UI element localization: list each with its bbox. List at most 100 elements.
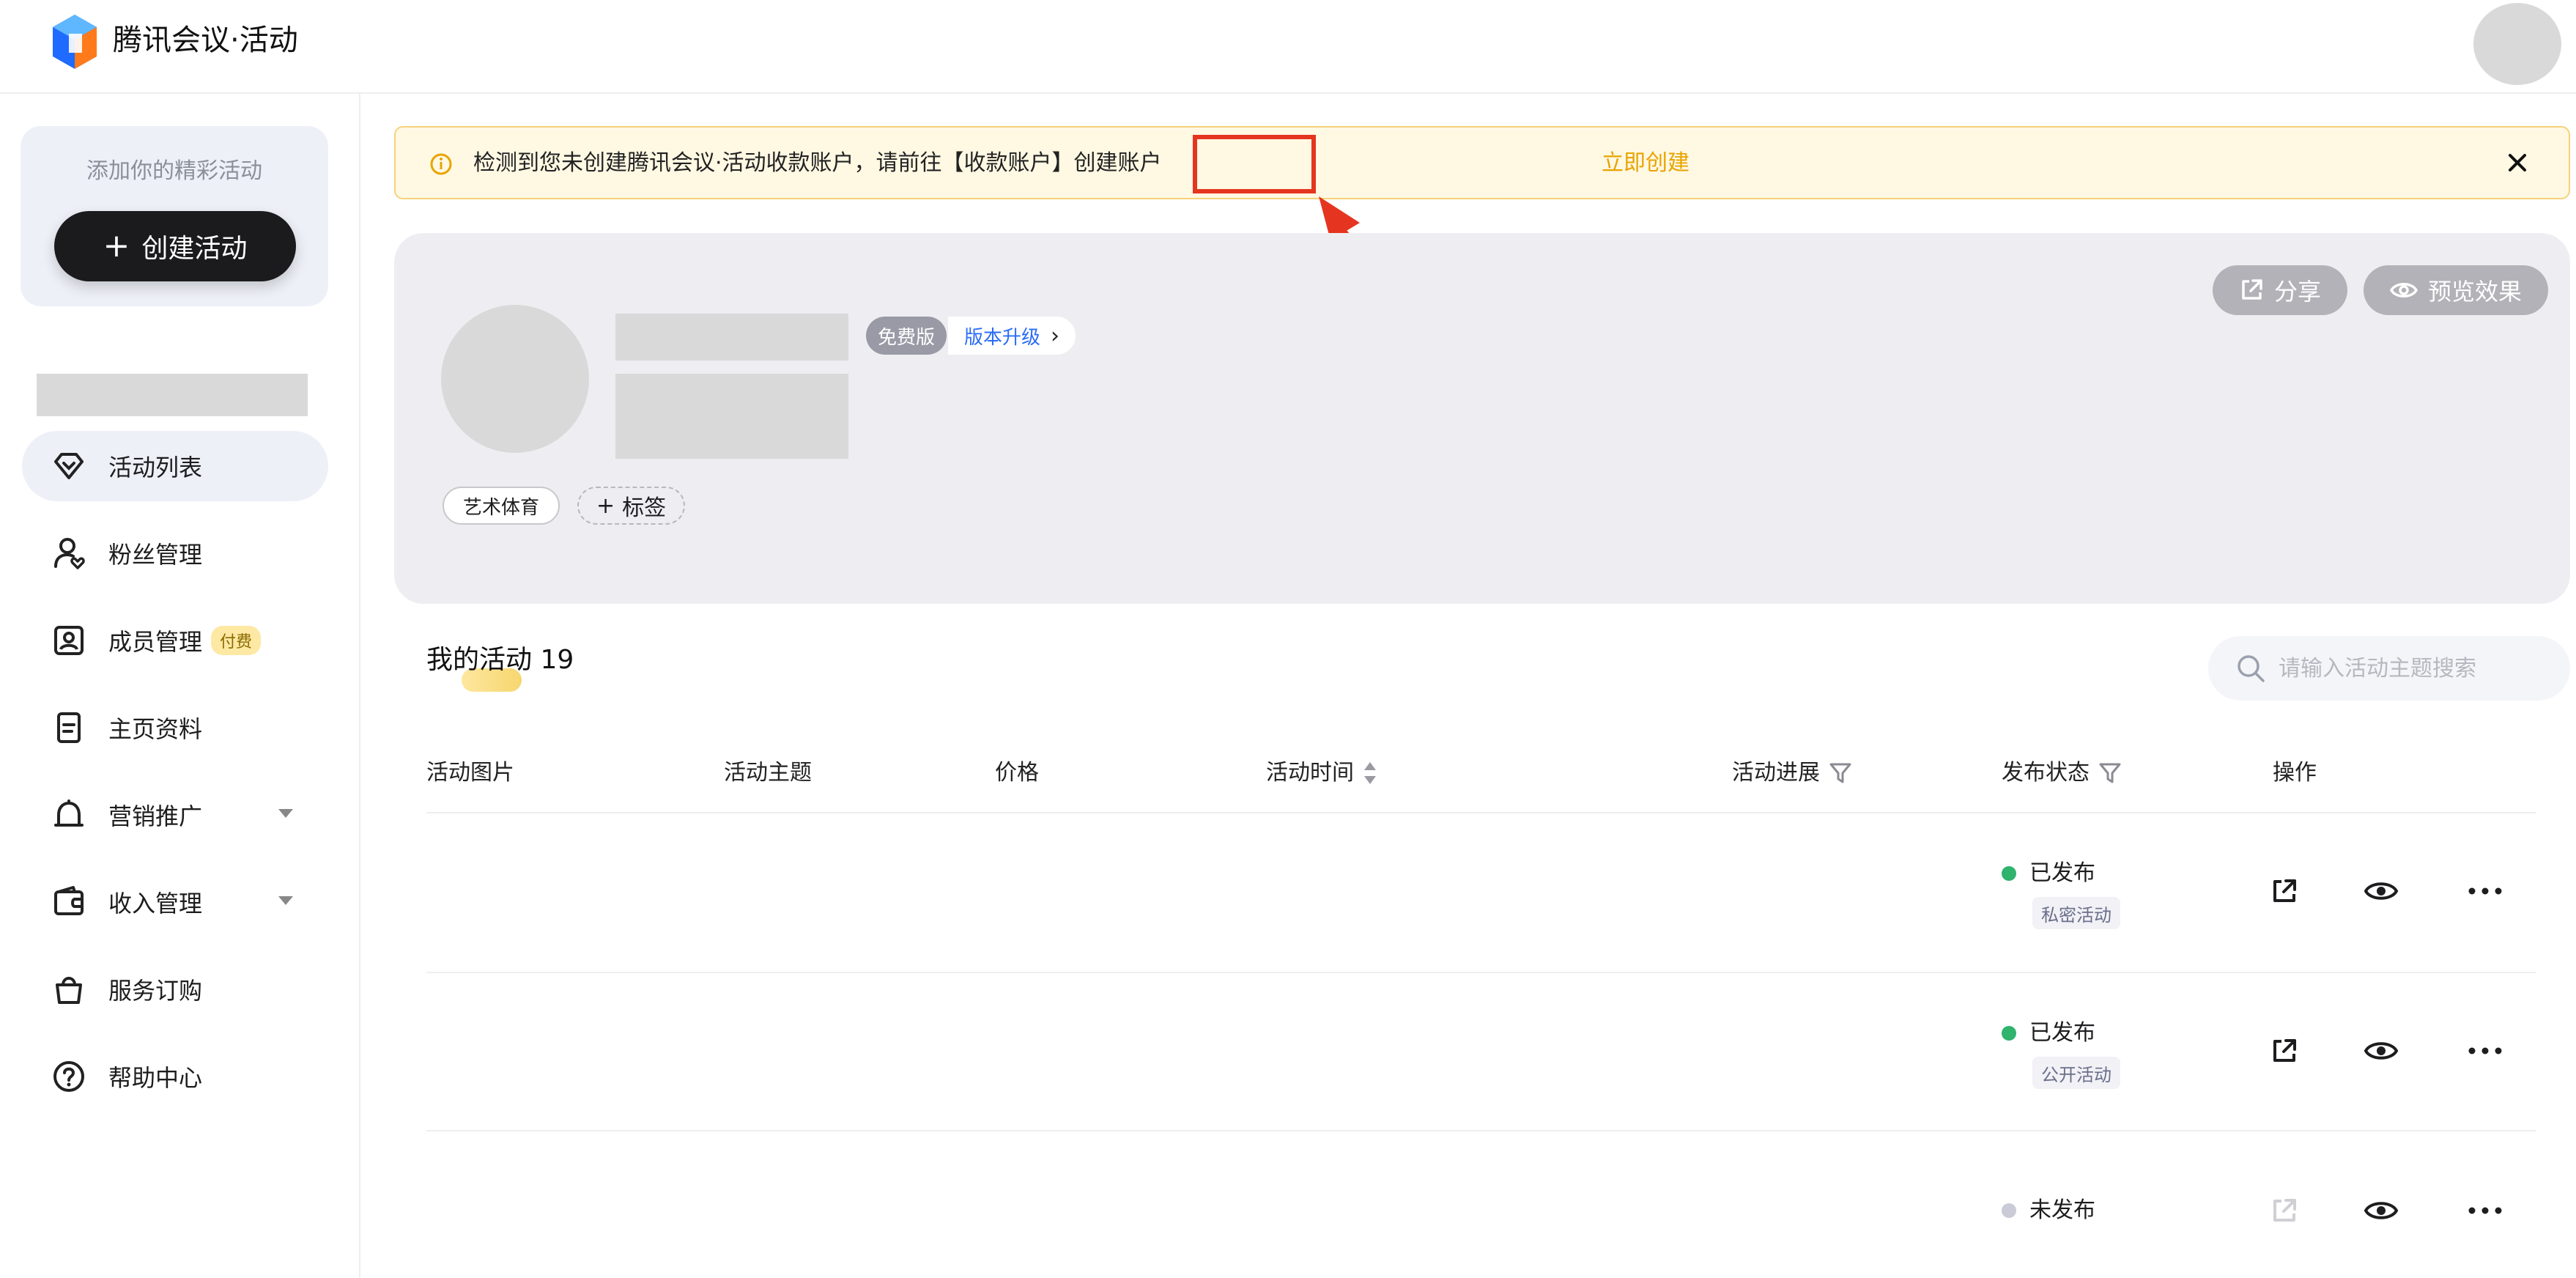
profile-avatar[interactable]	[441, 305, 589, 453]
create-activity-label: 创建活动	[141, 234, 248, 264]
column-header-status-label: 发布状态	[2002, 760, 2090, 786]
user-avatar[interactable]	[2473, 3, 2561, 85]
add-tag-label: 标签	[622, 495, 667, 521]
section-title-label: 我的活动	[426, 645, 533, 675]
sidebar-item-marketing[interactable]: 营销推广	[22, 780, 328, 850]
sidebar-item-members[interactable]: 成员管理 付费	[22, 605, 328, 676]
column-header-actions: 操作	[2273, 760, 2317, 786]
status-text: 已发布	[2029, 860, 2095, 886]
column-header-status[interactable]: 发布状态	[2002, 755, 2122, 791]
logo-icon[interactable]	[53, 15, 97, 69]
sidebar-item-label: 主页资料	[108, 715, 203, 743]
search-input[interactable]	[2279, 648, 2550, 689]
column-header-topic: 活动主题	[724, 760, 812, 786]
visibility-badge: 私密活动	[2032, 897, 2120, 929]
column-header-price: 价格	[995, 760, 1039, 786]
share-label: 分享	[2274, 278, 2322, 306]
plan-badge: 免费版	[866, 317, 947, 355]
more-action-button[interactable]	[2465, 1030, 2506, 1071]
eye-icon	[2364, 882, 2399, 900]
info-icon	[430, 153, 452, 175]
wallet-icon	[51, 884, 86, 920]
sidebar-item-label: 服务订购	[108, 977, 203, 1005]
sidebar-item-homepage[interactable]: 主页资料	[22, 692, 328, 763]
column-header-progress[interactable]: 活动进展	[1732, 755, 1852, 791]
top-bar: 腾讯会议·活动	[0, 0, 2576, 94]
create-card: 添加你的精彩活动 + 创建活动	[21, 126, 328, 306]
more-action-button[interactable]	[2465, 871, 2506, 912]
profile-name-placeholder	[615, 314, 848, 361]
share-action-button[interactable]	[2264, 1030, 2305, 1071]
share-icon	[2273, 1039, 2296, 1062]
preview-button[interactable]: 预览效果	[2364, 265, 2549, 315]
sidebar-item-income[interactable]: 收入管理	[22, 867, 328, 937]
add-tag-button[interactable]: + 标签	[577, 487, 686, 525]
chevron-down-icon	[278, 809, 293, 818]
sidebar-item-label: 活动列表	[108, 454, 203, 481]
filter-icon[interactable]	[1829, 761, 1852, 785]
sidebar-item-label: 粉丝管理	[108, 541, 203, 569]
share-icon	[2242, 279, 2262, 300]
column-header-time-label: 活动时间	[1266, 760, 1354, 786]
megaphone-icon	[51, 797, 86, 832]
column-header-image: 活动图片	[426, 760, 514, 786]
sidebar: 添加你的精彩活动 + 创建活动 活动列表 粉丝管理 成员管理 付费 主页资料 营…	[0, 94, 360, 1278]
eye-icon	[2390, 283, 2418, 298]
column-header-progress-label: 活动进展	[1732, 760, 1820, 786]
chevron-right-icon: ›	[1051, 322, 1060, 349]
section-title: 我的活动 19	[426, 640, 574, 680]
search-icon	[2238, 655, 2265, 682]
preview-action-button[interactable]	[2361, 1030, 2402, 1071]
sidebar-item-label: 成员管理	[108, 628, 203, 656]
upgrade-button[interactable]: 版本升级 ›	[948, 317, 1076, 355]
status-cell: 已发布	[2002, 1017, 2095, 1049]
banner-message: 检测到您未创建腾讯会议·活动收款账户，请前往【收款账户】创建账户	[473, 150, 1162, 176]
status-text: 已发布	[2029, 1020, 2095, 1046]
plus-icon: +	[103, 227, 130, 265]
sidebar-item-label: 帮助中心	[108, 1064, 203, 1092]
eye-icon	[2364, 1042, 2399, 1060]
visibility-badge: 公开活动	[2032, 1057, 2120, 1089]
status-cell: 未发布	[2002, 1194, 2095, 1227]
close-icon[interactable]	[2498, 144, 2536, 182]
sort-icon[interactable]	[1363, 761, 1377, 786]
sidebar-item-label: 收入管理	[108, 890, 203, 917]
paid-badge: 付费	[211, 626, 262, 655]
sidebar-item-subscription[interactable]: 服务订购	[22, 954, 328, 1024]
shopping-bag-icon	[51, 972, 86, 1007]
sidebar-item-activity-list[interactable]: 活动列表	[22, 431, 328, 501]
sidebar-item-help[interactable]: 帮助中心	[22, 1041, 328, 1112]
create-account-link[interactable]: 立即创建	[1602, 147, 1689, 180]
chevron-down-icon	[278, 896, 293, 905]
share-action-button-disabled	[2264, 1190, 2305, 1231]
search-box[interactable]	[2208, 636, 2570, 701]
sidebar-item-label: 营销推广	[108, 802, 203, 830]
create-activity-button[interactable]: + 创建活动	[54, 211, 296, 281]
row-divider	[426, 812, 2536, 813]
profile-description-placeholder	[615, 374, 848, 459]
share-icon	[2273, 879, 2296, 902]
sidebar-item-fans[interactable]: 粉丝管理	[22, 518, 328, 588]
more-icon	[2468, 887, 2502, 895]
tag-chip[interactable]: 艺术体育	[443, 487, 560, 525]
share-action-button[interactable]	[2264, 871, 2305, 912]
column-header-time[interactable]: 活动时间	[1266, 755, 1377, 791]
status-cell: 已发布	[2002, 857, 2095, 890]
member-card-icon	[51, 623, 86, 658]
share-icon	[2273, 1199, 2296, 1222]
row-divider	[426, 1130, 2536, 1131]
upgrade-label: 版本升级	[964, 326, 1041, 349]
preview-action-button[interactable]	[2361, 1190, 2402, 1231]
status-text: 未发布	[2029, 1197, 2095, 1223]
activity-count: 19	[540, 645, 574, 675]
filter-icon[interactable]	[2098, 761, 2122, 785]
app-title: 腾讯会议·活动	[113, 23, 298, 57]
eye-icon	[2364, 1202, 2399, 1219]
preview-action-button[interactable]	[2361, 871, 2402, 912]
plus-icon: +	[596, 492, 615, 519]
share-button[interactable]: 分享	[2213, 265, 2348, 315]
diamond-icon	[51, 448, 86, 484]
account-name-placeholder	[37, 374, 308, 416]
more-action-button[interactable]	[2465, 1190, 2506, 1231]
notice-banner: 检测到您未创建腾讯会议·活动收款账户，请前往【收款账户】创建账户 立即创建	[394, 126, 2570, 199]
